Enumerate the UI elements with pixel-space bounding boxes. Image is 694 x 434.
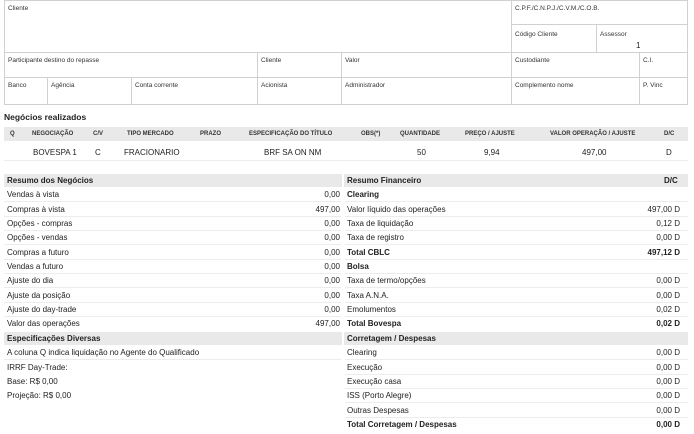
row-negociacao: BOVESPA 1	[33, 148, 77, 157]
acionista-label: Acionista	[261, 82, 288, 89]
col-q: Q	[10, 131, 15, 137]
list-item-value: 0,00	[324, 305, 340, 314]
list-item-value: 0,00 D	[656, 363, 680, 372]
list-item-label: Ajuste do dia	[7, 276, 54, 285]
row-tipo-mercado: FRACIONARIO	[124, 148, 180, 157]
col-tipo-mercado: TIPO MERCADO	[127, 131, 174, 137]
col-negociacao: NEGOCIAÇÃO	[32, 131, 74, 137]
list-item-value: 0,00	[324, 233, 340, 242]
assessor-value: 1	[636, 41, 641, 50]
p-vinc-label: P. Vinc	[643, 82, 663, 89]
row-cv: C	[95, 148, 101, 157]
agencia-label: Agência	[51, 82, 75, 89]
bolsa-title: Bolsa	[347, 262, 369, 271]
list-item-label: Compras a futuro	[7, 248, 69, 257]
list-item-label: Taxa de termo/opções	[347, 276, 426, 285]
list-item-label: Ajuste da posição	[7, 291, 71, 300]
total-bovespa-value: 0,02 D	[656, 319, 680, 328]
list-item-value: 0,12 D	[656, 219, 680, 228]
participante-label: Participante destino do repasse	[8, 57, 100, 64]
list-item: Projeção: R$ 0,00	[7, 391, 72, 400]
list-item-value: 497,00	[315, 319, 340, 328]
resumo-financeiro-dc: D/C	[664, 176, 678, 185]
corretagem-title: Corretagem / Despesas	[347, 334, 436, 343]
list-item-value: 0,00 D	[656, 291, 680, 300]
list-item-value: 0,00	[324, 276, 340, 285]
list-item-label: Taxa de registro	[347, 233, 404, 242]
list-item: A coluna Q indica liquidação no Agente d…	[7, 348, 200, 357]
col-valor-operacao: VALOR OPERAÇÃO / AJUSTE	[550, 131, 636, 137]
row-quantidade: 50	[417, 148, 426, 157]
list-item-label: Vendas à vista	[7, 190, 60, 199]
assessor-label: Assessor	[600, 31, 627, 38]
total-cblc-label: Total CBLC	[347, 248, 390, 257]
negocios-table-header: Q NEGOCIAÇÃO C/V TIPO MERCADO PRAZO ESPE…	[4, 127, 688, 141]
list-item: Base: R$ 0,00	[7, 377, 58, 386]
cliente-label: Cliente	[8, 5, 29, 12]
list-item-value: 0,00 D	[656, 377, 680, 386]
ci-label: C.I.	[643, 57, 654, 64]
resumo-negocios-title: Resumo dos Negócios	[7, 176, 94, 185]
list-item-label: Opções - compras	[7, 219, 73, 228]
cliente2-label: Cliente	[261, 57, 282, 64]
cpf-cnpj-label: C.P.F./C.N.P.J./C.V.M./C.O.B.	[515, 5, 600, 12]
administrador-label: Administrador	[345, 82, 386, 89]
list-item-label: Valor líquido das operações	[347, 205, 446, 214]
valor-label: Valor	[345, 57, 360, 64]
list-item-label: Vendas a futuro	[7, 262, 64, 271]
list-item-label: Valor das operações	[7, 319, 80, 328]
especificacoes-header-bar	[4, 332, 688, 345]
especificacoes-title: Especificações Diversas	[7, 334, 101, 343]
list-item-value: 0,00 D	[656, 391, 680, 400]
resumo-financeiro-title: Resumo Financeiro	[347, 176, 422, 185]
list-item-value: 0,00	[324, 291, 340, 300]
list-item-label: Outras Despesas	[347, 406, 409, 415]
total-bovespa-label: Total Bovespa	[347, 319, 402, 328]
row-valor-operacao: 497,00	[582, 148, 607, 157]
custodiante-label: Custodiante	[515, 57, 550, 64]
row-especificacao: BRF SA ON NM	[264, 148, 322, 157]
list-item-label: Execução casa	[347, 377, 402, 386]
list-item-value: 0,00 D	[656, 348, 680, 357]
col-obs: OBS(*)	[361, 131, 381, 137]
total-cblc-value: 497,12 D	[647, 248, 680, 257]
col-dc: D/C	[664, 131, 675, 137]
negocios-title: Negócios realizados	[4, 112, 87, 122]
codigo-cliente-label: Código Cliente	[515, 31, 558, 38]
list-item-label: Taxa de liquidação	[347, 219, 414, 228]
conta-corrente-label: Conta corrente	[135, 82, 178, 89]
col-quantidade: QUANTIDADE	[400, 131, 440, 137]
list-item-value: 497,00	[315, 205, 340, 214]
list-item: IRRF Day-Trade:	[7, 363, 68, 372]
list-item-value: 0,00	[324, 262, 340, 271]
list-item-value: 0,02 D	[656, 305, 680, 314]
list-item-value: 0,00	[324, 248, 340, 257]
list-item-label: Compras à vista	[7, 205, 65, 214]
resumo-header-bar	[4, 174, 688, 187]
total-corretagem-value: 0,00 D	[656, 420, 680, 429]
banco-label: Banco	[8, 82, 27, 89]
list-item-label: Opções - vendas	[7, 233, 68, 242]
row-dc: D	[666, 148, 672, 157]
list-item-label: ISS (Porto Alegre)	[347, 391, 412, 400]
list-item-value: 0,00 D	[656, 276, 680, 285]
list-item-value: 0,00 D	[656, 233, 680, 242]
list-item-label: Taxa A.N.A.	[347, 291, 389, 300]
list-item-value: 0,00	[324, 219, 340, 228]
total-corretagem-label: Total Corretagem / Despesas	[347, 420, 457, 429]
clearing-title: Clearing	[347, 190, 380, 199]
list-item-label: Clearing	[347, 348, 377, 357]
col-especificacao: ESPECIFICAÇÃO DO TÍTULO	[249, 131, 333, 137]
col-preco: PREÇO / AJUSTE	[465, 131, 515, 137]
list-item-value: 0,00	[324, 190, 340, 199]
list-item-value: 0,00 D	[656, 406, 680, 415]
complemento-nome-label: Complemento nome	[515, 82, 574, 89]
col-prazo: PRAZO	[200, 131, 221, 137]
col-cv: C/V	[93, 131, 104, 137]
list-item-label: Ajuste do day-trade	[7, 305, 77, 314]
list-item-label: Execução	[347, 363, 383, 372]
row-preco: 9,94	[484, 148, 500, 157]
list-item-value: 497,00 D	[647, 205, 680, 214]
list-item-label: Emolumentos	[347, 305, 396, 314]
